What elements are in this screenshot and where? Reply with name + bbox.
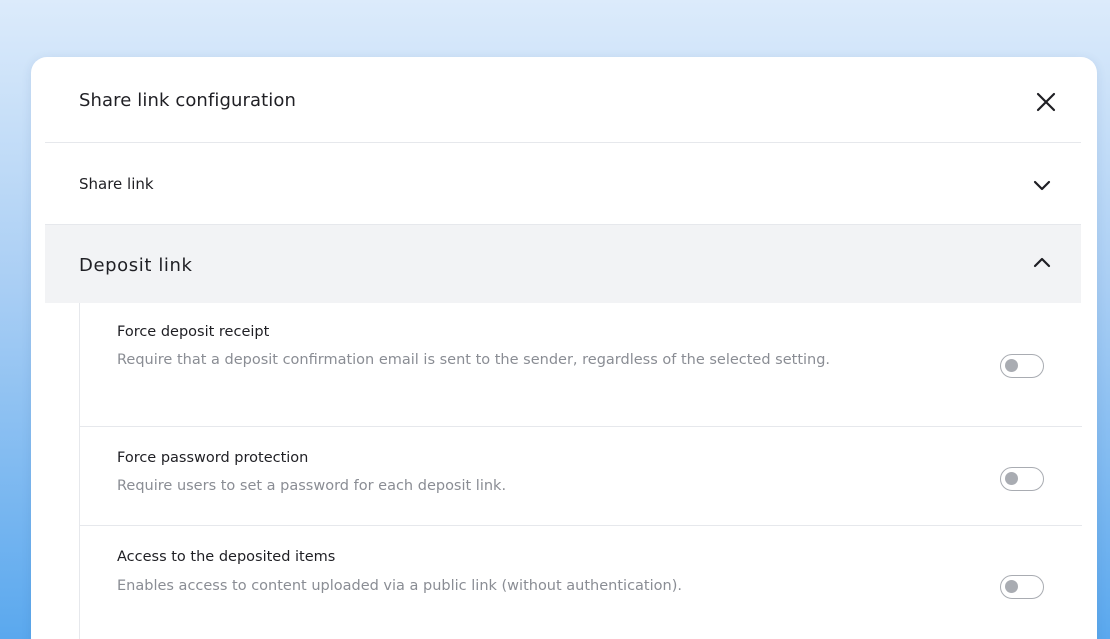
modal-title: Share link configuration	[79, 90, 297, 111]
setting-description: Require that a deposit confirmation emai…	[117, 352, 831, 368]
setting-description: Require users to set a password for each…	[117, 478, 507, 494]
deposit-link-section-header[interactable]: Deposit link	[45, 225, 1081, 303]
setting-row-force-password-protection: Force password protection Require users …	[80, 427, 1082, 526]
chevron-up-icon	[1033, 257, 1051, 268]
deposit-link-settings: Force deposit receipt Require that a dep…	[79, 303, 1082, 639]
force-password-protection-toggle[interactable]	[1000, 467, 1044, 491]
share-link-section-title: Share link	[79, 175, 154, 193]
toggle-knob	[1005, 580, 1018, 593]
setting-row-access-deposited-items: Access to the deposited items Enables ac…	[80, 526, 1082, 639]
chevron-down-icon	[1033, 180, 1051, 191]
setting-title: Access to the deposited items	[117, 549, 336, 565]
setting-description: Enables access to content uploaded via a…	[117, 578, 682, 594]
access-deposited-items-toggle[interactable]	[1000, 575, 1044, 599]
deposit-link-section-title: Deposit link	[79, 255, 193, 276]
force-deposit-receipt-toggle[interactable]	[1000, 354, 1044, 378]
close-button[interactable]	[1035, 91, 1057, 113]
share-link-section-header[interactable]: Share link	[45, 143, 1081, 225]
toggle-knob	[1005, 472, 1018, 485]
setting-title: Force password protection	[117, 450, 309, 466]
toggle-knob	[1005, 359, 1018, 372]
modal-header: Share link configuration	[45, 57, 1081, 143]
close-icon	[1036, 92, 1056, 112]
share-link-configuration-modal: Share link configuration Share link Depo…	[31, 57, 1097, 639]
setting-title: Force deposit receipt	[117, 324, 270, 340]
setting-row-force-deposit-receipt: Force deposit receipt Require that a dep…	[80, 303, 1082, 427]
